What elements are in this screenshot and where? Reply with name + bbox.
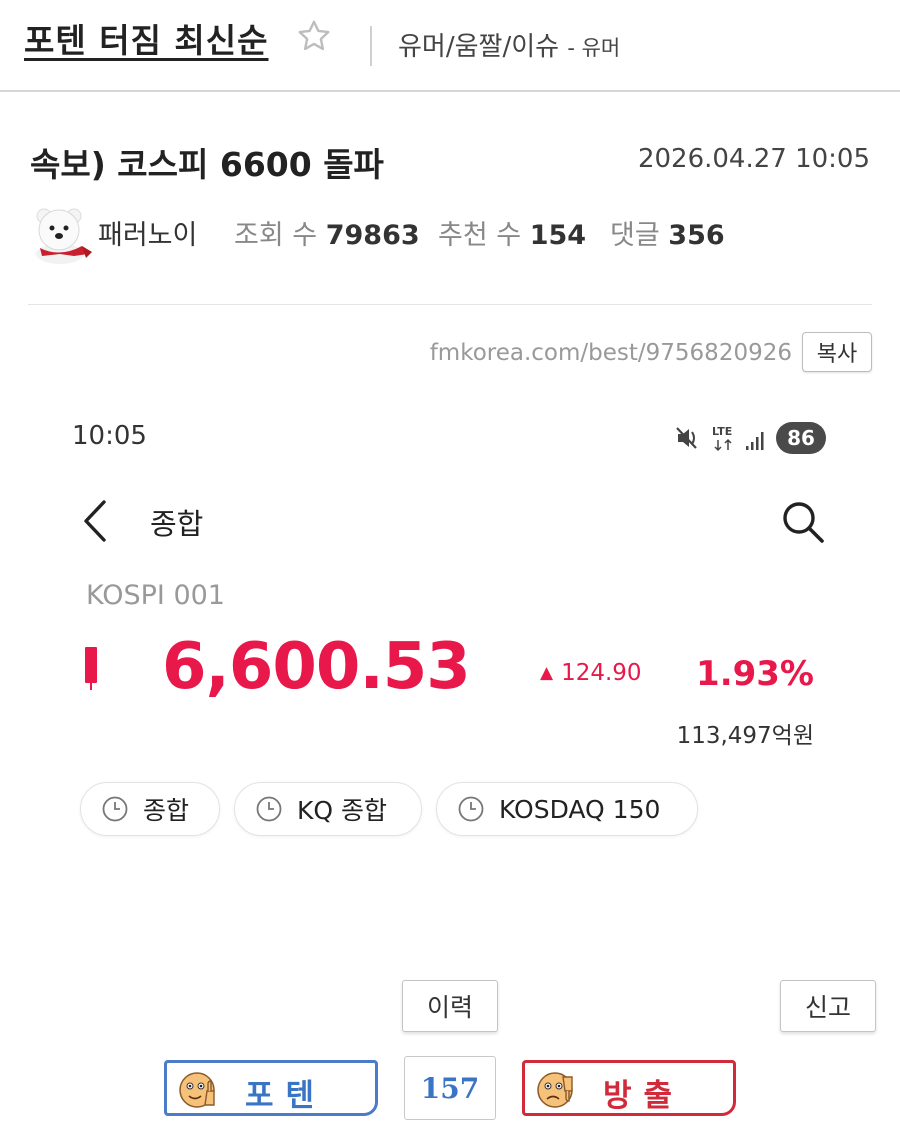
chip-label: KQ 종합: [297, 796, 388, 825]
back-icon[interactable]: [80, 498, 112, 544]
report-button[interactable]: 신고: [780, 980, 876, 1032]
thumbs-down-face-icon: [537, 1072, 573, 1108]
board-header: 포텐 터짐 최신순 유머/움짤/이슈 - 유머: [0, 0, 900, 92]
star-icon[interactable]: [296, 18, 332, 54]
vote-count: 157: [404, 1056, 496, 1120]
upvote-label: 포텐: [245, 1078, 327, 1114]
author-name[interactable]: 패러노이: [98, 213, 197, 252]
index-name: KOSPI 001: [86, 580, 225, 611]
clock-icon: [102, 796, 128, 822]
mute-icon: [676, 427, 697, 449]
clock-icon: [256, 796, 282, 822]
recommend-count-label: 추천 수: [438, 220, 522, 251]
index-value: 6,600.53: [162, 630, 471, 704]
category-breadcrumb[interactable]: 유머/움짤/이슈 - 유머: [398, 26, 620, 63]
avatar[interactable]: [30, 202, 94, 264]
clock-icon: [458, 796, 484, 822]
comment-count-label: 댓글: [610, 220, 660, 251]
copy-url-button[interactable]: 복사: [802, 332, 872, 372]
screen-title: 종합: [150, 507, 204, 541]
chip-kq-composite[interactable]: KQ 종합: [234, 782, 422, 836]
board-title[interactable]: 포텐 터짐 최신순: [24, 14, 269, 62]
trading-volume: 113,497억원: [676, 723, 814, 749]
view-count: 조회 수 79863: [234, 213, 420, 252]
history-button[interactable]: 이력: [402, 980, 498, 1032]
svg-text:LTE: LTE: [712, 425, 732, 438]
subcategory-label: - 유머: [567, 36, 621, 60]
phone-status-time: 10:05: [72, 421, 147, 451]
chip-composite[interactable]: 종합: [80, 782, 220, 836]
header-divider: [370, 26, 372, 66]
up-triangle-icon: ▲: [540, 663, 554, 683]
post-title: 속보) 코스피 6600 돌파: [30, 145, 384, 184]
chip-kosdaq-150[interactable]: KOSDAQ 150: [436, 782, 698, 836]
meta-divider: [28, 304, 872, 305]
downvote-button[interactable]: 방출: [522, 1060, 736, 1116]
view-count-label: 조회 수: [234, 220, 318, 251]
signal-icon: [746, 432, 764, 450]
chip-label: KOSDAQ 150: [499, 794, 661, 824]
candle-icon: [85, 647, 97, 690]
comment-count[interactable]: 댓글 356: [610, 213, 725, 252]
category-label[interactable]: 유머/움짤/이슈: [398, 32, 559, 62]
comment-count-value: 356: [668, 220, 725, 251]
view-count-value: 79863: [325, 220, 420, 251]
post-url[interactable]: fmkorea.com/best/9756820926: [430, 340, 792, 366]
recommend-count-value: 154: [529, 220, 587, 251]
index-change-value: 124.90: [561, 660, 642, 686]
chip-label: 종합: [143, 796, 190, 825]
search-icon[interactable]: [780, 499, 826, 545]
upvote-button[interactable]: 포텐: [164, 1060, 378, 1116]
post-date: 2026.04.27 10:05: [637, 144, 870, 174]
index-change: ▲ 124.90: [540, 660, 642, 686]
lte-icon: LTE: [712, 425, 732, 452]
downvote-label: 방출: [603, 1078, 685, 1114]
battery-indicator: 86: [776, 422, 826, 454]
recommend-count: 추천 수 154: [438, 213, 586, 252]
index-change-percent: 1.93%: [696, 654, 814, 694]
thumbs-up-face-icon: [179, 1072, 215, 1108]
